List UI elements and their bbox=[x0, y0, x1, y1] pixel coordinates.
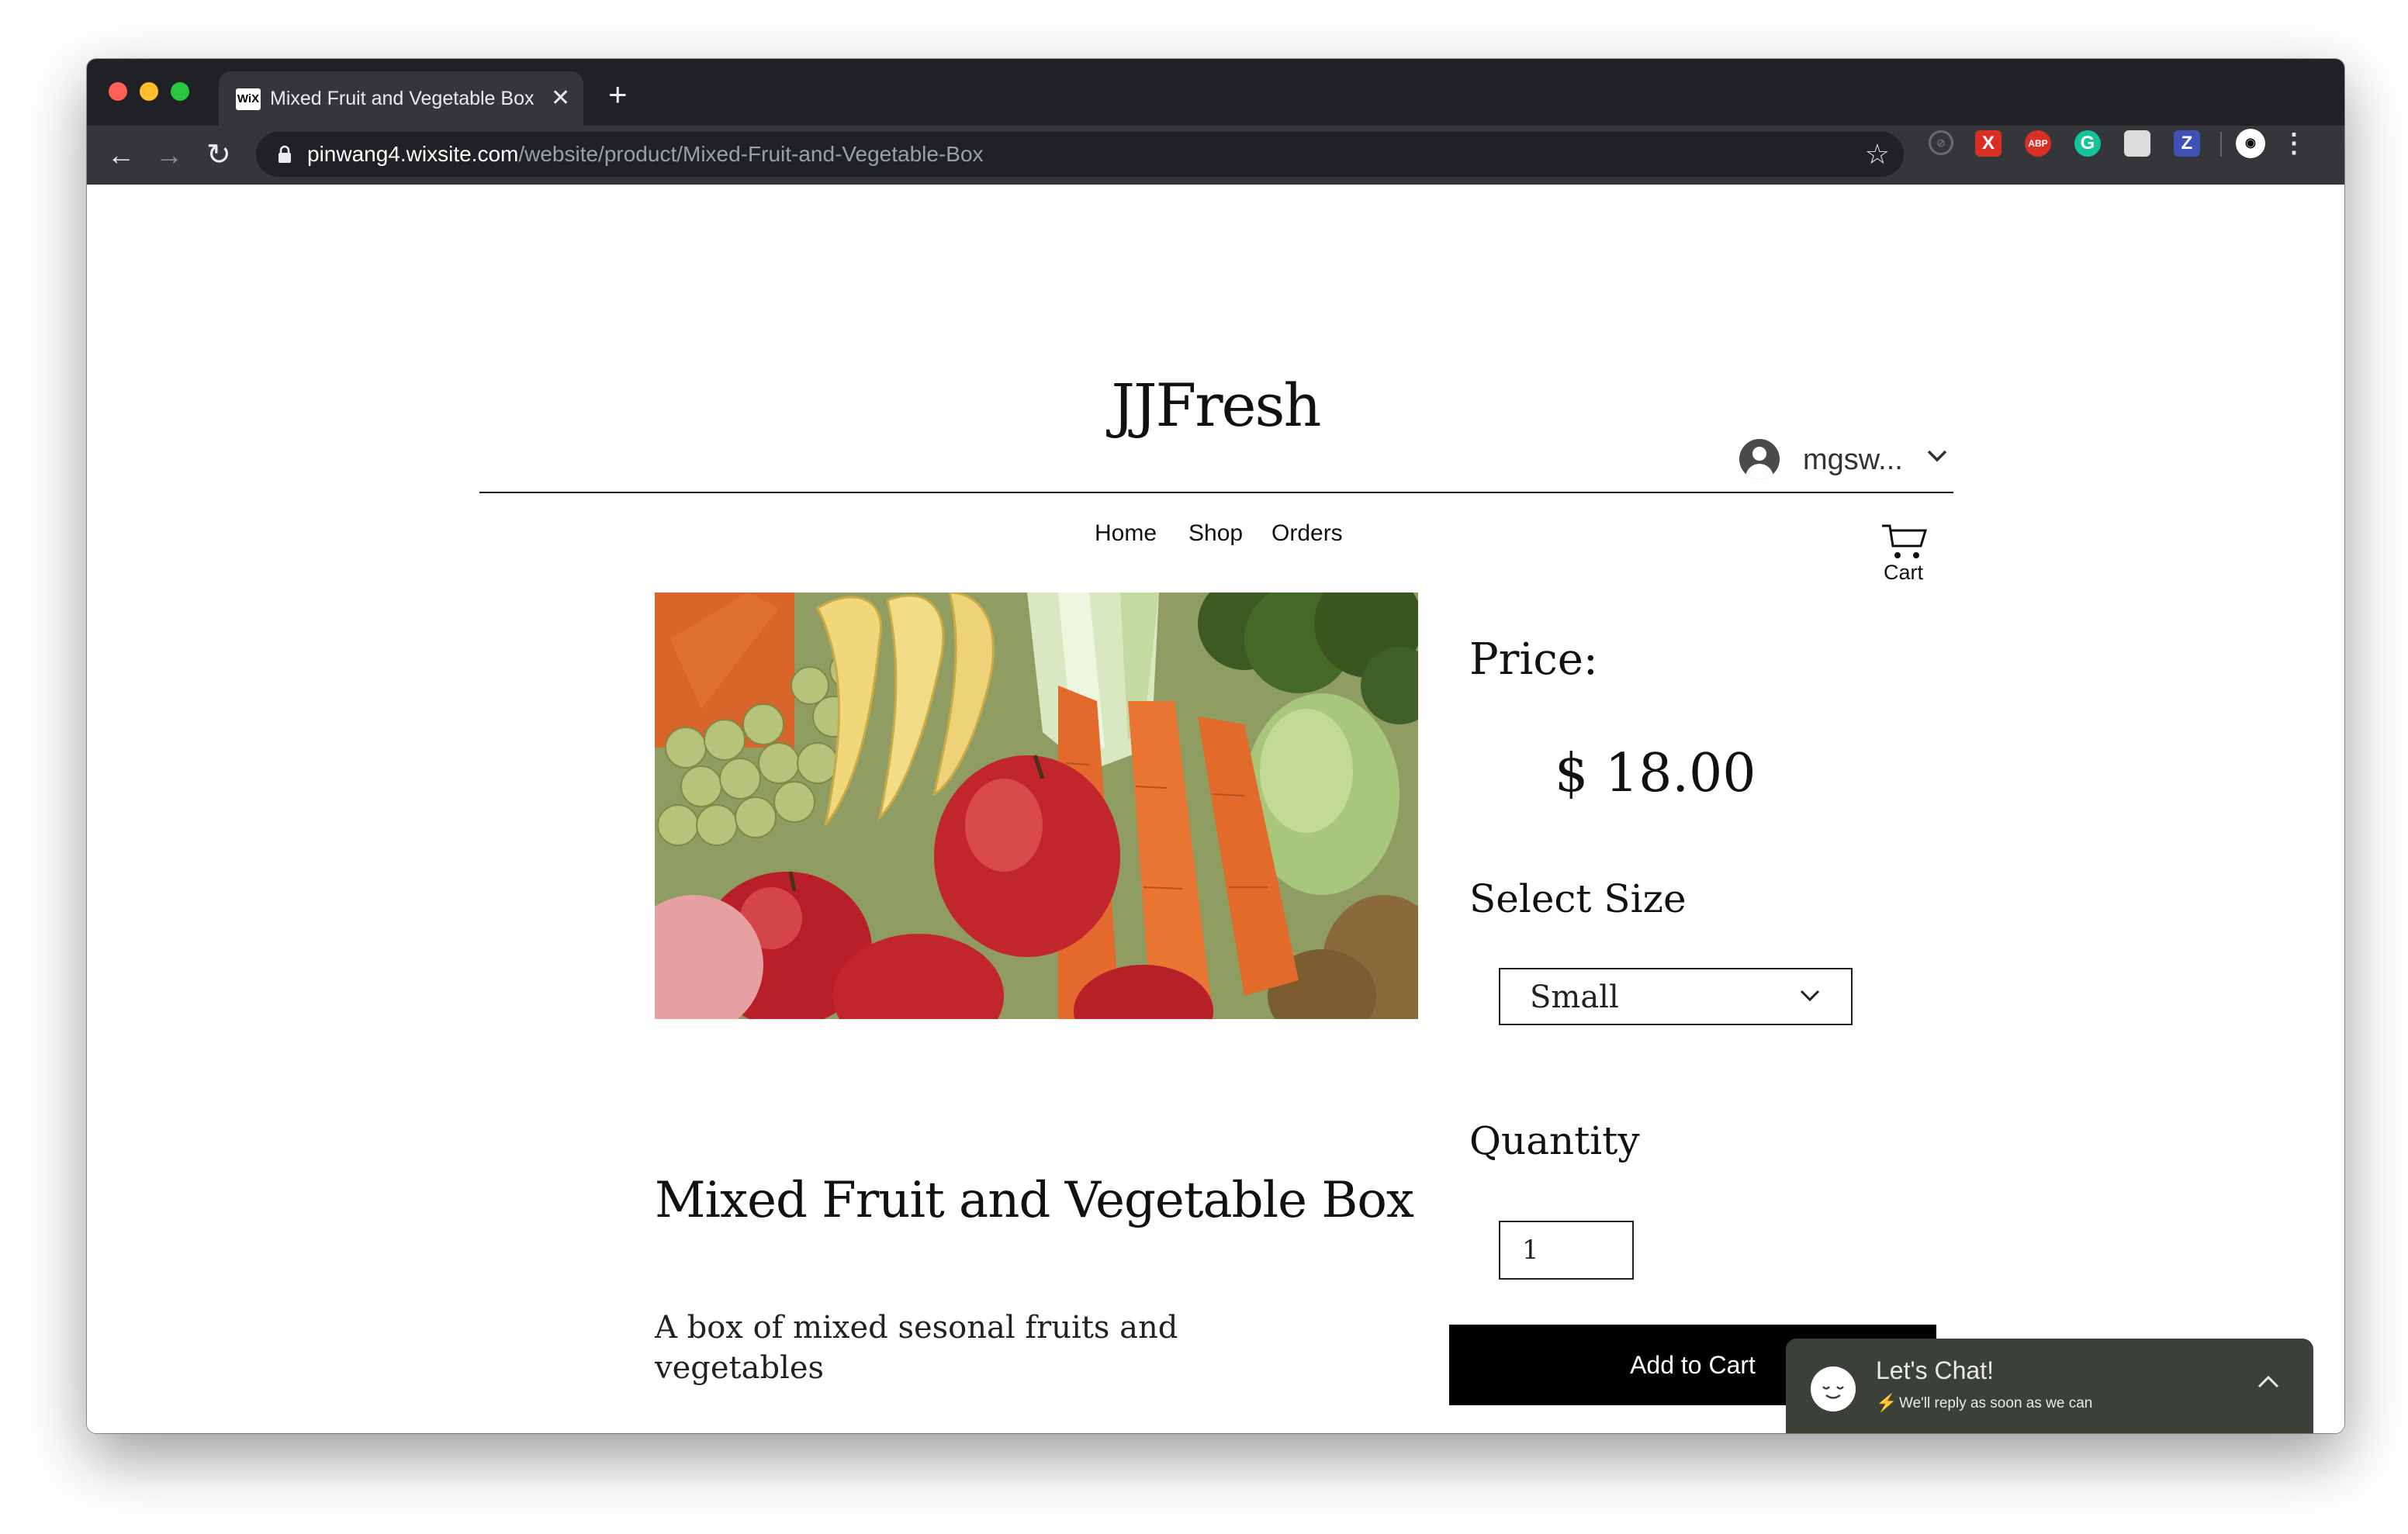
cart-label[interactable]: Cart bbox=[1884, 560, 1923, 585]
sync-icon[interactable]: ⊘ bbox=[1929, 130, 1953, 155]
reload-icon[interactable]: ↻ bbox=[206, 140, 231, 171]
header-divider bbox=[479, 492, 1953, 493]
close-window-button[interactable] bbox=[109, 82, 127, 101]
forward-arrow-icon[interactable]: → bbox=[155, 140, 183, 171]
site-title[interactable]: JJFresh bbox=[87, 371, 2344, 441]
size-label: Select Size bbox=[1469, 876, 1687, 921]
bookmark-star-icon[interactable]: ☆ bbox=[1865, 140, 1890, 169]
url-path: /website/product/Mixed-Fruit-and-Vegetab… bbox=[518, 142, 984, 166]
chat-widget[interactable]: Let's Chat! ⚡ We'll reply as soon as we … bbox=[1786, 1339, 2313, 1433]
product-title: Mixed Fruit and Vegetable Box bbox=[655, 1172, 1414, 1229]
chevron-down-icon bbox=[1800, 990, 1820, 1002]
page-content: JJFresh mgsw... Home Shop Orders Cart Pr… bbox=[87, 185, 2344, 1433]
quantity-value: 1 bbox=[1522, 1235, 1539, 1266]
browser-tab[interactable]: WiX Mixed Fruit and Vegetable Box ✕ bbox=[219, 71, 583, 126]
user-avatar-icon bbox=[1739, 439, 1780, 479]
z-extension-icon[interactable]: Z bbox=[2174, 130, 2200, 157]
abp-icon[interactable]: ABP bbox=[2025, 130, 2051, 157]
browser-window: WiX Mixed Fruit and Vegetable Box ✕ + ← … bbox=[87, 59, 2344, 1433]
wix-favicon-icon: WiX bbox=[236, 88, 261, 110]
nav-shop-link[interactable]: Shop bbox=[1188, 520, 1243, 548]
address-bar[interactable]: pinwang4.wixsite.com/website/product/Mix… bbox=[256, 132, 1904, 177]
minimize-window-button[interactable] bbox=[140, 82, 158, 101]
size-selected-value: Small bbox=[1530, 979, 1619, 1015]
quantity-input[interactable]: 1 bbox=[1499, 1221, 1634, 1280]
lock-icon bbox=[279, 145, 291, 163]
more-menu-icon[interactable]: ⋮ bbox=[2281, 129, 2307, 158]
profile-avatar[interactable]: ◉ bbox=[2236, 129, 2265, 158]
back-arrow-icon[interactable]: ← bbox=[107, 140, 135, 171]
nav-orders-link[interactable]: Orders bbox=[1271, 520, 1343, 548]
price-value: $ 18.00 bbox=[1555, 743, 1756, 804]
grammarly-icon[interactable]: G bbox=[2074, 130, 2101, 157]
size-dropdown[interactable]: Small bbox=[1499, 968, 1853, 1025]
browser-toolbar: ← → ↻ pinwang4.wixsite.com/website/produ… bbox=[87, 126, 2344, 185]
new-tab-button[interactable]: + bbox=[608, 78, 628, 111]
product-description: A box of mixed sesonal fruits and vegeta… bbox=[655, 1310, 1178, 1386]
chat-subtitle: We'll reply as soon as we can bbox=[1899, 1395, 2093, 1411]
price-label: Price: bbox=[1469, 634, 1598, 685]
product-image[interactable] bbox=[655, 593, 1418, 1019]
url-host: pinwang4.wixsite.com bbox=[307, 142, 519, 166]
user-name: mgsw... bbox=[1803, 444, 1903, 476]
lightning-bolt-icon: ⚡ bbox=[1876, 1393, 1898, 1412]
chevron-down-icon bbox=[1927, 450, 1947, 462]
tab-title: Mixed Fruit and Vegetable Box bbox=[270, 88, 535, 109]
chevron-up-icon[interactable] bbox=[2256, 1373, 2281, 1390]
quantity-label: Quantity bbox=[1469, 1118, 1640, 1163]
x-extension-icon[interactable]: X bbox=[1975, 130, 2001, 157]
cart-icon[interactable] bbox=[1880, 523, 1929, 563]
nav-home-link[interactable]: Home bbox=[1095, 520, 1157, 548]
url-text: pinwang4.wixsite.com/website/product/Mix… bbox=[307, 141, 984, 168]
smiley-face-icon bbox=[1811, 1366, 1856, 1411]
screenshot-extension-icon[interactable] bbox=[2124, 130, 2150, 157]
chat-title: Let's Chat! bbox=[1876, 1356, 1994, 1384]
tab-strip: WiX Mixed Fruit and Vegetable Box ✕ + bbox=[87, 59, 2344, 126]
tab-close-icon[interactable]: ✕ bbox=[551, 85, 570, 112]
maximize-window-button[interactable] bbox=[171, 82, 189, 101]
toolbar-divider bbox=[2220, 132, 2222, 157]
